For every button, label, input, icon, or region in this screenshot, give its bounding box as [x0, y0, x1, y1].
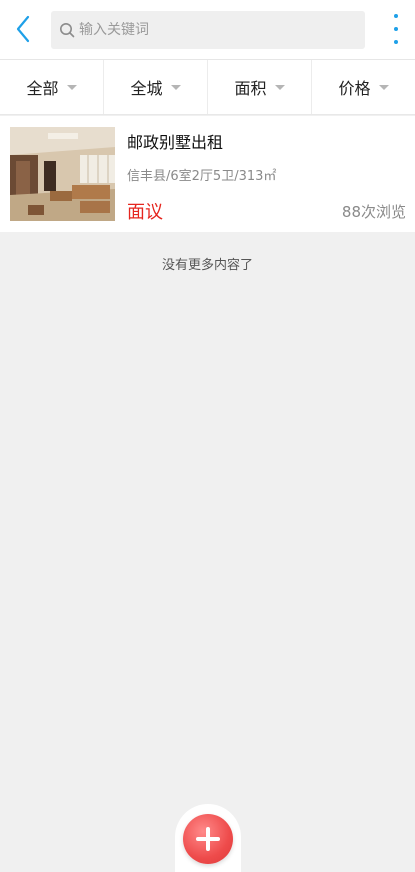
- filter-bar: 全部 全城 面积 价格: [0, 60, 415, 115]
- chevron-left-icon: [16, 15, 30, 43]
- filter-all[interactable]: 全部: [0, 60, 104, 114]
- listing-meta: 信丰县/6室2厅5卫/313㎡: [127, 169, 277, 184]
- filter-city[interactable]: 全城: [104, 60, 208, 114]
- listing-thumbnail: [10, 127, 115, 221]
- top-bar: [0, 0, 415, 60]
- filter-price[interactable]: 价格: [312, 60, 415, 114]
- filter-label: 价格: [338, 79, 371, 98]
- caret-down-icon: [378, 84, 389, 90]
- listing-title: 邮政别墅出租: [127, 133, 224, 152]
- search-box[interactable]: [51, 11, 365, 49]
- listing-price: 面议: [127, 202, 163, 223]
- filter-label: 面积: [234, 79, 267, 98]
- listing-views: 88次浏览: [341, 203, 406, 221]
- caret-down-icon: [274, 84, 285, 90]
- caret-down-icon: [170, 84, 181, 90]
- listing-item[interactable]: 邮政别墅出租 信丰县/6室2厅5卫/313㎡ 面议 88次浏览: [0, 116, 415, 232]
- filter-label: 全部: [26, 79, 59, 98]
- more-options-button[interactable]: [389, 14, 403, 44]
- back-button[interactable]: [8, 10, 38, 48]
- end-of-list-note: 没有更多内容了: [161, 258, 253, 273]
- fab-container: [175, 804, 241, 872]
- search-input[interactable]: [79, 22, 349, 38]
- search-icon: [59, 22, 75, 38]
- add-button[interactable]: [183, 814, 233, 864]
- caret-down-icon: [66, 84, 77, 90]
- filter-label: 全城: [130, 79, 163, 98]
- vertical-dots-icon: [394, 14, 398, 18]
- filter-area[interactable]: 面积: [208, 60, 312, 114]
- plus-icon: [196, 827, 220, 851]
